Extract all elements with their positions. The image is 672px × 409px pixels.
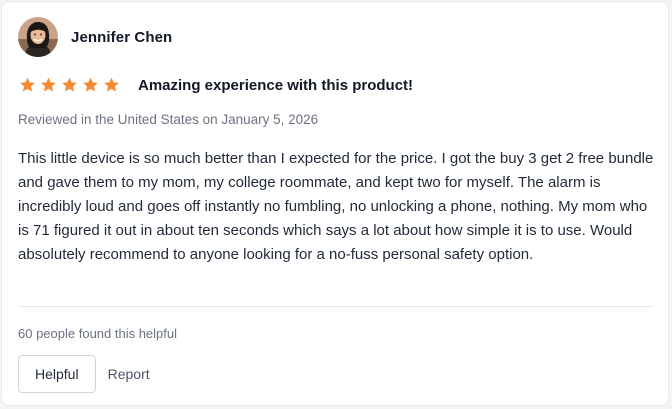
review-actions: Helpful Report [18, 355, 150, 393]
helpful-button[interactable]: Helpful [18, 355, 96, 393]
rating-row: Amazing experience with this product! [18, 76, 413, 94]
avatar [18, 17, 58, 57]
star-rating [18, 76, 121, 94]
star-icon [83, 77, 98, 92]
report-link[interactable]: Report [108, 366, 150, 382]
review-body: This little device is so much better tha… [18, 150, 654, 263]
star-icon [41, 77, 56, 92]
review-title: Amazing experience with this product! [138, 76, 414, 94]
star-icon [20, 77, 35, 92]
review-card: Jennifer Chen Amazing experience with th… [1, 1, 669, 406]
review-header: Jennifer Chen [18, 17, 172, 57]
review-date: Reviewed in the United States on January… [18, 112, 319, 127]
star-icon [62, 77, 77, 92]
star-icon [104, 77, 119, 92]
divider [18, 306, 654, 307]
person-avatar-icon [18, 17, 58, 57]
helpful-count: 60 people found this helpful [18, 326, 178, 341]
reviewer-name: Jennifer Chen [71, 28, 173, 46]
